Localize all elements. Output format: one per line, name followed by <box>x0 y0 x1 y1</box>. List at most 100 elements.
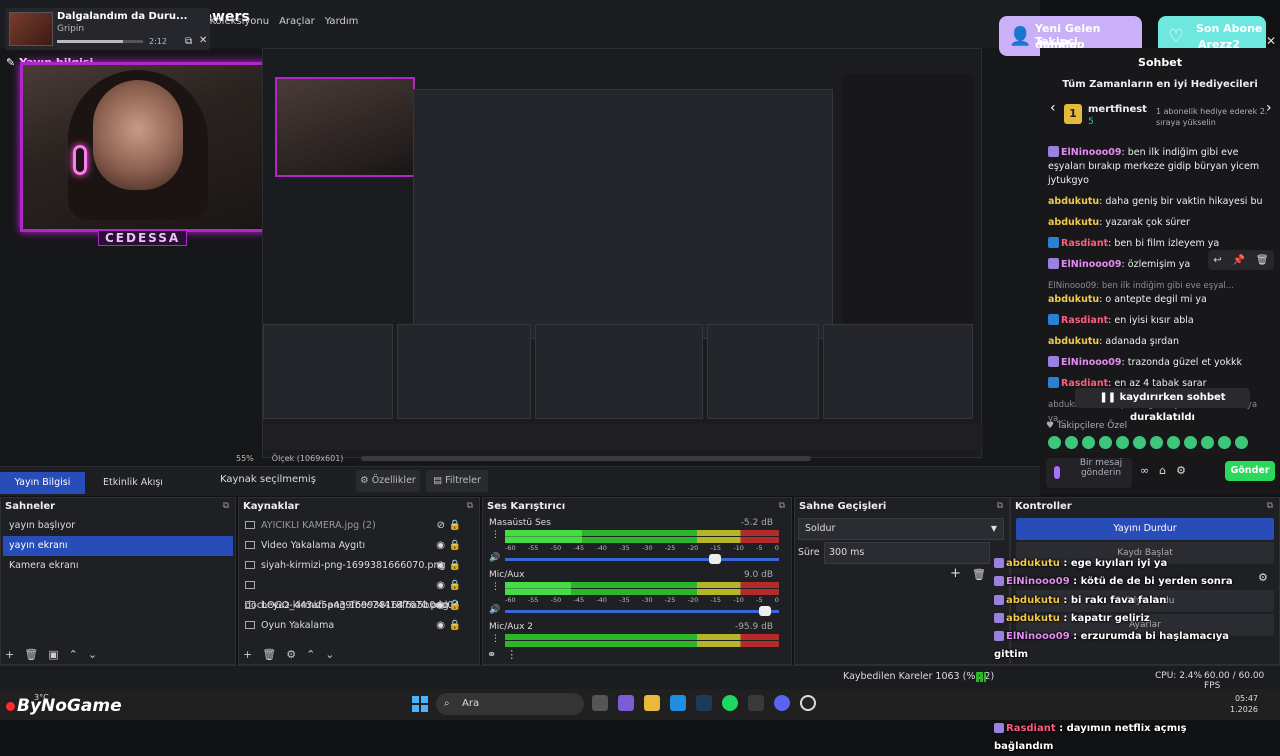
horizontal-scrollbar[interactable] <box>361 456 812 461</box>
duration-field[interactable]: 300 ms <box>824 542 990 564</box>
menu-help[interactable]: Yardım <box>325 16 359 27</box>
menu-dots-icon[interactable]: ⋮ <box>491 531 500 540</box>
emote-icon[interactable] <box>1133 436 1146 449</box>
close-icon[interactable]: ✕ <box>199 35 207 46</box>
app-icon[interactable] <box>748 695 764 711</box>
windows-start-icon[interactable] <box>412 696 428 712</box>
chevron-up-icon[interactable]: ⌃ <box>69 648 78 661</box>
transition-select[interactable]: Soldur ▼ <box>798 518 1004 540</box>
trash-icon[interactable]: 🗑 <box>262 648 276 661</box>
chat-message[interactable]: Rasdiant: en iyisi kısır abla <box>1048 314 1276 328</box>
close-icon[interactable]: ✕ <box>1266 34 1276 48</box>
send-button[interactable]: Gönder <box>1225 461 1275 481</box>
popout-icon[interactable]: ⧉ <box>779 501 785 511</box>
source-item[interactable]: Video Yakalama Aygıtı ◉ 🔒 <box>245 536 473 556</box>
volume-slider[interactable] <box>505 558 779 561</box>
spotify-icon[interactable] <box>722 695 738 711</box>
lock-icon[interactable]: 🔒 <box>449 516 461 536</box>
chat-username[interactable]: ElNinooo09 <box>1061 147 1122 158</box>
gear-icon[interactable]: ⚙ <box>1176 464 1186 477</box>
trash-icon[interactable]: 🗑 <box>1256 255 1269 266</box>
chat-message[interactable]: abdukutu: yazarak çok sürer <box>1048 216 1276 230</box>
weather-temp[interactable]: 3°C <box>34 693 49 702</box>
source-item[interactable]: docLOGO_443af5a439fbec74418f6a5b0dd04 ◉ 🔒 <box>245 576 473 611</box>
link-icon[interactable]: ⚭ <box>487 648 496 661</box>
chat-username[interactable]: abdukutu <box>1048 336 1099 347</box>
chat-message[interactable]: ElNinooo09: ben ilk indiğim gibi eve eşy… <box>1048 279 1276 307</box>
tab-activity-feed[interactable]: Etkinlik Akışı (KİCK) <box>88 472 178 510</box>
zoom-level[interactable]: 55% <box>236 454 254 463</box>
emote-icon[interactable] <box>1048 436 1061 449</box>
eye-icon[interactable]: ◉ <box>436 596 445 616</box>
emote-icon[interactable] <box>1235 436 1248 449</box>
emote-icon[interactable] <box>1150 436 1163 449</box>
tab-stream-info[interactable]: Yayın Bilgisi (Kick) <box>0 472 85 510</box>
taskbar-search[interactable]: ⌕ Ara <box>436 693 584 715</box>
chat-paused-notice[interactable]: ❚❚ kaydırırken sohbet duraklatıldı <box>1075 388 1250 423</box>
volume-knob[interactable] <box>759 606 771 616</box>
emote-icon[interactable] <box>1218 436 1231 449</box>
menu-tools[interactable]: Araçlar <box>279 16 315 27</box>
reply-icon[interactable]: ↩ <box>1213 255 1221 266</box>
speaker-icon[interactable]: 🔊 <box>489 605 500 615</box>
folder-icon[interactable] <box>644 695 660 711</box>
eye-icon[interactable]: ◉ <box>436 556 445 576</box>
pin-icon[interactable]: 📌 <box>1233 255 1245 266</box>
scene-item[interactable]: yayın başlıyor <box>3 516 233 536</box>
menu-dots-icon[interactable]: ⋮ <box>491 583 500 592</box>
lock-icon[interactable]: 🔒 <box>449 556 461 576</box>
stop-stream-button[interactable]: Yayını Durdur <box>1016 518 1274 540</box>
chat-username[interactable]: Rasdiant <box>1061 315 1108 326</box>
chat-message[interactable]: ElNinooo09: trazonda güzel et yokkk <box>1048 356 1276 370</box>
edge-icon[interactable] <box>670 695 686 711</box>
emote-icon[interactable] <box>1065 436 1078 449</box>
eye-off-icon[interactable]: ⊘ <box>437 516 445 536</box>
chat-username[interactable]: abdukutu <box>1048 217 1099 228</box>
chat-message[interactable]: Rasdiant: ben bi film izleyem ya <box>1048 237 1276 251</box>
chat-username[interactable]: abdukutu <box>1048 196 1099 207</box>
volume-slider[interactable] <box>505 610 779 613</box>
chat-input[interactable]: Bir mesaj gönderin <box>1046 458 1132 488</box>
chat-username[interactable]: ElNinooo09 <box>1061 259 1122 270</box>
add-icon[interactable]: + <box>950 566 961 581</box>
chevron-down-icon[interactable]: ⌄ <box>88 648 97 661</box>
scene-item[interactable]: Kamera ekranı <box>3 556 233 576</box>
source-item[interactable]: siyah-kirmizi-png-1699381666070.png ◉ 🔒 <box>245 556 473 576</box>
emote-icon[interactable] <box>1116 436 1129 449</box>
add-icon[interactable]: + <box>243 648 252 661</box>
lock-icon[interactable]: 🔒 <box>449 596 461 616</box>
source-item[interactable]: beyaz-kirmizi-png-1699381647670.png ◉ 🔒 <box>245 596 473 616</box>
emote-icon[interactable] <box>1184 436 1197 449</box>
obs-icon[interactable] <box>800 695 816 711</box>
system-clock[interactable]: 05:47 1.2026 <box>1230 693 1258 715</box>
chat-username[interactable]: abdukutu <box>1048 294 1099 305</box>
emote-icon[interactable] <box>1201 436 1214 449</box>
emote-icon[interactable] <box>1099 436 1112 449</box>
steam-icon[interactable] <box>696 695 712 711</box>
menu-dots-icon[interactable]: ⋮ <box>506 648 517 661</box>
scene-item[interactable]: yayın ekranı <box>3 536 233 556</box>
chevron-down-icon[interactable]: ⌄ <box>325 648 334 661</box>
filter-icon[interactable]: ▣ <box>48 648 58 661</box>
chevron-right-icon[interactable]: › <box>1266 100 1272 116</box>
emote-icon[interactable] <box>1082 436 1095 449</box>
filters-button[interactable]: ▤ Filtreler <box>426 470 488 492</box>
copilot-icon[interactable] <box>618 695 634 711</box>
menu-dots-icon[interactable]: ⋮ <box>491 635 500 644</box>
gear-icon[interactable]: ⚙ <box>1258 571 1268 584</box>
volume-knob[interactable] <box>709 554 721 564</box>
chat-message[interactable]: abdukutu: daha geniş bir vaktin hikayesi… <box>1048 195 1276 209</box>
popout-icon[interactable]: ⧉ <box>185 36 192 47</box>
properties-button[interactable]: ⚙ Özellikler <box>356 470 420 492</box>
source-item[interactable]: AYICIKLI KAMERA.jpg (2) ⊘ 🔒 <box>245 516 473 536</box>
chat-username[interactable]: ElNinooo09 <box>1061 357 1122 368</box>
chevron-left-icon[interactable]: ‹ <box>1050 100 1056 116</box>
trash-icon[interactable]: 🗑 <box>24 648 38 661</box>
gear-icon[interactable]: ⚙ <box>286 648 296 661</box>
source-item[interactable]: Oyun Yakalama ◉ 🔒 <box>245 616 473 636</box>
popout-icon[interactable]: ⧉ <box>467 501 473 511</box>
eye-icon[interactable]: ◉ <box>436 616 445 636</box>
chevron-up-icon[interactable]: ⌃ <box>306 648 315 661</box>
chat-message[interactable]: abdukutu: adanada şırdan <box>1048 335 1276 349</box>
trash-icon[interactable]: 🗑 <box>972 568 986 581</box>
